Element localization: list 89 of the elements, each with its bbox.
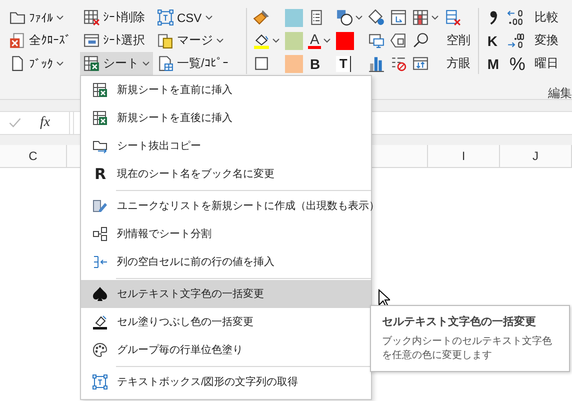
menu-item[interactable]: シート抜出コピー (81, 132, 371, 160)
text-box-icon (92, 374, 108, 390)
search-icon[interactable] (412, 32, 430, 49)
bold-button[interactable]: B (308, 56, 322, 72)
menu-item[interactable]: テキストボックス/図形の文字列の取得 (81, 368, 371, 396)
menu-item[interactable]: 列情報でシート分割 (81, 220, 371, 248)
chevron-icon[interactable] (323, 38, 332, 43)
documents-icon (157, 32, 174, 49)
spade-icon (92, 286, 108, 302)
letter-button[interactable]: M (485, 56, 502, 72)
bar-chart-icon[interactable] (368, 55, 386, 72)
ribbon-button[interactable]: 曜日 (532, 55, 560, 72)
ribbon-button[interactable]: ﾌｧｲﾙ (6, 6, 67, 29)
menu-item[interactable]: グループ毎の行単位色塗り (81, 336, 371, 364)
ribbon-button[interactable]: マージ (154, 29, 227, 52)
insert-arrow-icon (92, 254, 108, 270)
document-icon (9, 55, 26, 72)
ribbon-button[interactable]: CSV (154, 6, 216, 29)
letter-icon: R (92, 165, 108, 183)
spreadsheet-icon (92, 110, 108, 126)
column-header[interactable]: J (532, 149, 538, 163)
menu-item[interactable]: 新規シートを直前に挿入 (81, 76, 371, 104)
ribbon-button[interactable]: 変換 (532, 32, 560, 49)
menu-item[interactable]: 新規シートを直後に挿入 (81, 104, 371, 132)
insert-function-button[interactable]: fx (40, 115, 50, 131)
chevron-icon[interactable] (431, 15, 440, 20)
chevron-icon[interactable] (272, 38, 280, 43)
ribbon-button[interactable]: 全ｸﾛｰｽﾞ (6, 29, 74, 52)
menu-item[interactable]: セルテキスト文字色の一括変更 (81, 280, 371, 308)
chevron-icon (56, 61, 64, 66)
color-swatch[interactable] (285, 32, 303, 50)
chevron-icon (142, 61, 150, 66)
chevron-icon (56, 15, 64, 20)
color-swatch[interactable] (336, 32, 354, 50)
ribbon-button[interactable]: ﾌﾞｯｸ (6, 52, 67, 75)
window-icon[interactable] (390, 9, 408, 26)
ribbon-button[interactable]: 比較 (532, 9, 560, 26)
shape-settings-icon[interactable] (368, 9, 386, 26)
list-icon[interactable] (308, 9, 325, 26)
decimal-decrease-icon[interactable] (507, 32, 524, 49)
sort-icon[interactable] (412, 55, 430, 72)
table-icon[interactable] (412, 9, 430, 26)
shapes-icon[interactable] (336, 9, 354, 26)
menu-item[interactable]: セル塗りつぶし色の一括変更 (81, 308, 371, 336)
close-file-icon (9, 32, 26, 49)
text-box-icon (157, 9, 174, 26)
font-color-button[interactable]: A (308, 32, 322, 49)
fill-icon (92, 314, 108, 330)
monitor-icon[interactable] (368, 32, 386, 49)
tooltip-text: ブック内シートのセルテキスト文字色を任意の色に変更します (382, 335, 553, 363)
paint-brush-icon[interactable] (253, 9, 270, 26)
color-swatch[interactable] (285, 54, 303, 72)
color-swatch[interactable] (285, 8, 303, 26)
folder-arrow-icon (92, 138, 108, 154)
ribbon-button[interactable]: シート (80, 52, 153, 75)
ribbon-button[interactable]: 空削 (444, 32, 472, 49)
chevron-icon (204, 15, 213, 20)
text-button[interactable]: T (336, 56, 352, 72)
folder-icon (9, 9, 26, 26)
spreadsheet-icon (83, 55, 100, 72)
letter-button[interactable]: K (485, 32, 500, 48)
ribbon-button[interactable]: 方眼 (444, 55, 472, 72)
no-entry-icon[interactable] (390, 55, 408, 72)
tooltip-title: セルテキスト文字色の一括変更 (382, 314, 537, 329)
menu-item[interactable]: 列の空白セルに前の行の値を挿入 (81, 248, 371, 276)
column-header[interactable]: C (28, 149, 38, 163)
tag-icon[interactable] (390, 32, 408, 49)
delete-table-icon (83, 9, 100, 26)
document-table-icon (157, 55, 174, 72)
document-pen-icon (92, 198, 108, 214)
ribbon-button[interactable]: ｼｰﾄ選択 (80, 29, 148, 52)
menu-item[interactable]: ユニークなリストを新規シートに作成（出現数も表示） (81, 192, 371, 220)
delete-icon[interactable] (444, 9, 462, 26)
fill-color-icon[interactable] (253, 32, 270, 49)
window-icon (83, 32, 100, 49)
check-icon[interactable] (8, 116, 22, 130)
chevron-icon (216, 38, 224, 43)
spreadsheet-icon (92, 82, 108, 98)
column-header[interactable]: I (462, 149, 466, 163)
percent-button[interactable]: % (507, 56, 528, 72)
menu-item[interactable]: R 現在のシート名をブック名に変更 (81, 160, 371, 188)
square-icon[interactable] (253, 55, 270, 72)
split-icon (92, 226, 108, 242)
chevron-icon[interactable] (355, 15, 364, 20)
group-label: 編集 (548, 85, 572, 102)
ribbon-button[interactable]: ｼｰﾄ削除 (80, 6, 148, 29)
palette-icon (92, 342, 108, 358)
ribbon-button[interactable]: 一覧/ｺﾋﾟｰ (154, 52, 232, 75)
decimal-increase-icon[interactable] (507, 9, 524, 26)
